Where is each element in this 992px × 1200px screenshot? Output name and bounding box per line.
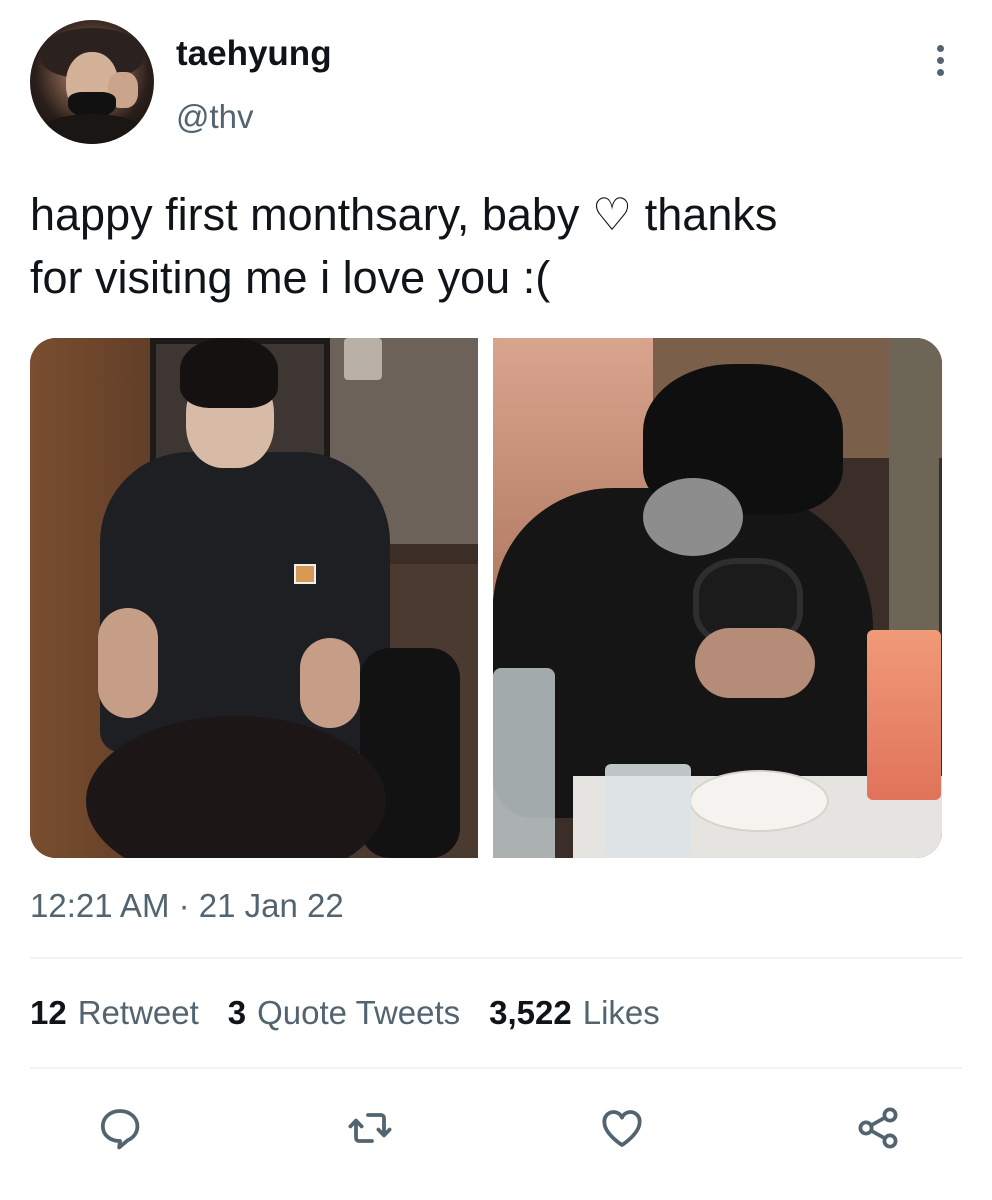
retweets-count: 12 [30, 994, 67, 1031]
retweet-icon [348, 1113, 392, 1143]
media-photo-2[interactable] [493, 338, 942, 858]
reply-icon [100, 1109, 140, 1150]
retweets-stat[interactable]: 12 Retweet [30, 994, 199, 1032]
likes-stat[interactable]: 3,522 Likes [489, 994, 660, 1032]
heart-icon [602, 1110, 642, 1147]
more-vertical-icon [936, 68, 944, 76]
likes-count: 3,522 [489, 994, 572, 1031]
share-icon [858, 1107, 898, 1149]
photo-microphone [643, 478, 743, 556]
quote-tweets-count: 3 [227, 994, 247, 1031]
photo-water-carafe [493, 668, 555, 858]
retweet-button[interactable] [340, 1098, 400, 1158]
more-vertical-icon [936, 56, 944, 64]
avatar[interactable] [30, 20, 154, 144]
photo-person-arm [98, 608, 158, 718]
divider [30, 957, 962, 959]
divider [30, 1067, 962, 1069]
photo-light-switch [344, 338, 382, 380]
photo-plate [689, 770, 829, 832]
tweet-stats: 12 Retweet 3 Quote Tweets 3,522 Likes [30, 994, 689, 1032]
likes-label: Likes [582, 994, 660, 1031]
tweet-header: taehyung @thv [0, 0, 992, 170]
photo-pillar [889, 338, 939, 638]
quote-tweets-stat[interactable]: 3 Quote Tweets [228, 994, 460, 1032]
photo-person-arm [300, 638, 360, 728]
share-button[interactable] [848, 1098, 908, 1158]
tweet-media [30, 338, 942, 858]
reply-button[interactable] [90, 1098, 150, 1158]
retweets-label: Retweet [77, 994, 199, 1031]
photo-shirt-patch [294, 564, 316, 584]
tweet-timestamp[interactable]: 12:21 AM · 21 Jan 22 [30, 887, 344, 925]
tweet-text: happy first monthsary, baby ♡ thanks for… [30, 183, 930, 309]
tweet-text-line-2: for visiting me i love you :( [30, 252, 551, 303]
tweet-actions [0, 1098, 992, 1158]
like-button[interactable] [592, 1098, 652, 1158]
tweet-text-line-1: happy first monthsary, baby ♡ thanks [30, 189, 778, 240]
photo-person-hair [180, 338, 278, 408]
photo-person-hand [695, 628, 815, 698]
media-photo-1[interactable] [30, 338, 478, 858]
photo-glass [605, 764, 691, 858]
photo-juice-glass [867, 630, 941, 800]
user-handle[interactable]: @thv [176, 98, 254, 136]
quote-tweets-label: Quote Tweets [257, 994, 461, 1031]
more-options-button[interactable] [920, 38, 960, 82]
display-name[interactable]: taehyung [176, 34, 332, 74]
avatar-body [36, 114, 148, 144]
more-vertical-icon [936, 44, 944, 52]
